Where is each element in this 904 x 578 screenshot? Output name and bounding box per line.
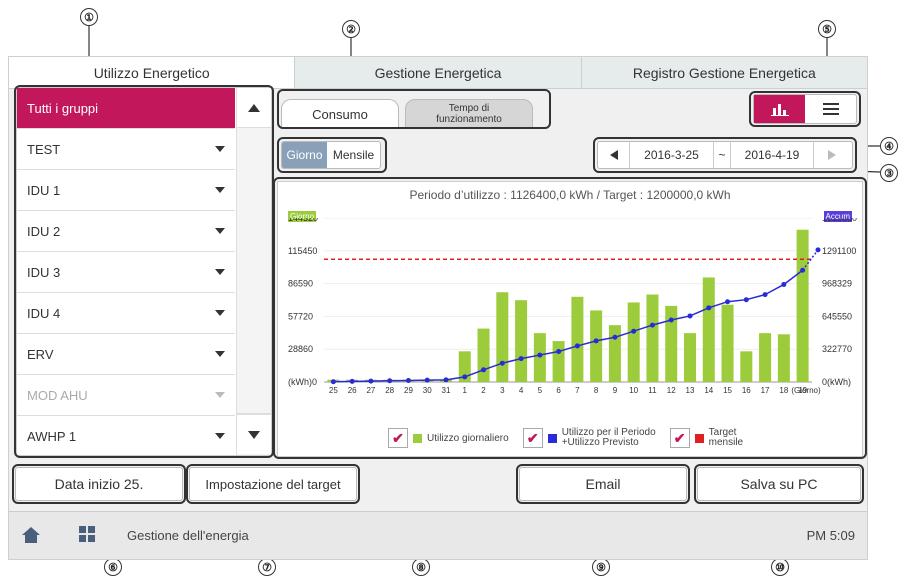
status-bar: Gestione dell'energia PM 5:09: [9, 511, 867, 559]
grid-icon: [79, 526, 95, 542]
callout-box-6: [12, 464, 186, 504]
tab-registro-gestione[interactable]: Registro Gestione Energetica: [582, 57, 867, 88]
callout-box-8: [273, 177, 867, 459]
callout-3: ③: [880, 164, 898, 182]
callout-2: ②: [342, 20, 360, 38]
home-button[interactable]: [21, 526, 43, 546]
tab-gestione-energetica[interactable]: Gestione Energetica: [295, 57, 582, 88]
home-icon: [22, 527, 40, 543]
menu-grid-button[interactable]: [79, 526, 99, 546]
callout-box-10: [694, 464, 864, 504]
callout-6: ⑥: [104, 558, 122, 576]
callout-box-4: [593, 137, 857, 173]
status-label: Gestione dell'energia: [127, 528, 249, 543]
tab-utilizzo-energetico[interactable]: Utilizzo Energetico: [9, 57, 296, 88]
callout-10: ⑩: [771, 558, 789, 576]
callout-box-2: [277, 89, 551, 129]
callout-5: ⑤: [818, 20, 836, 38]
callout-7: ⑦: [258, 558, 276, 576]
callout-box-9: [516, 464, 690, 504]
callout-8: ⑧: [412, 558, 430, 576]
callout-box-3: [277, 137, 387, 173]
callout-1: ①: [80, 8, 98, 26]
callout-box-7: [186, 464, 360, 504]
status-time: PM 5:09: [806, 528, 855, 543]
callout-box-1: [14, 85, 274, 458]
callout-9: ⑨: [592, 558, 610, 576]
callout-box-5: [749, 91, 861, 127]
app-frame: Utilizzo Energetico Gestione Energetica …: [8, 56, 868, 560]
callout-4: ④: [880, 137, 898, 155]
